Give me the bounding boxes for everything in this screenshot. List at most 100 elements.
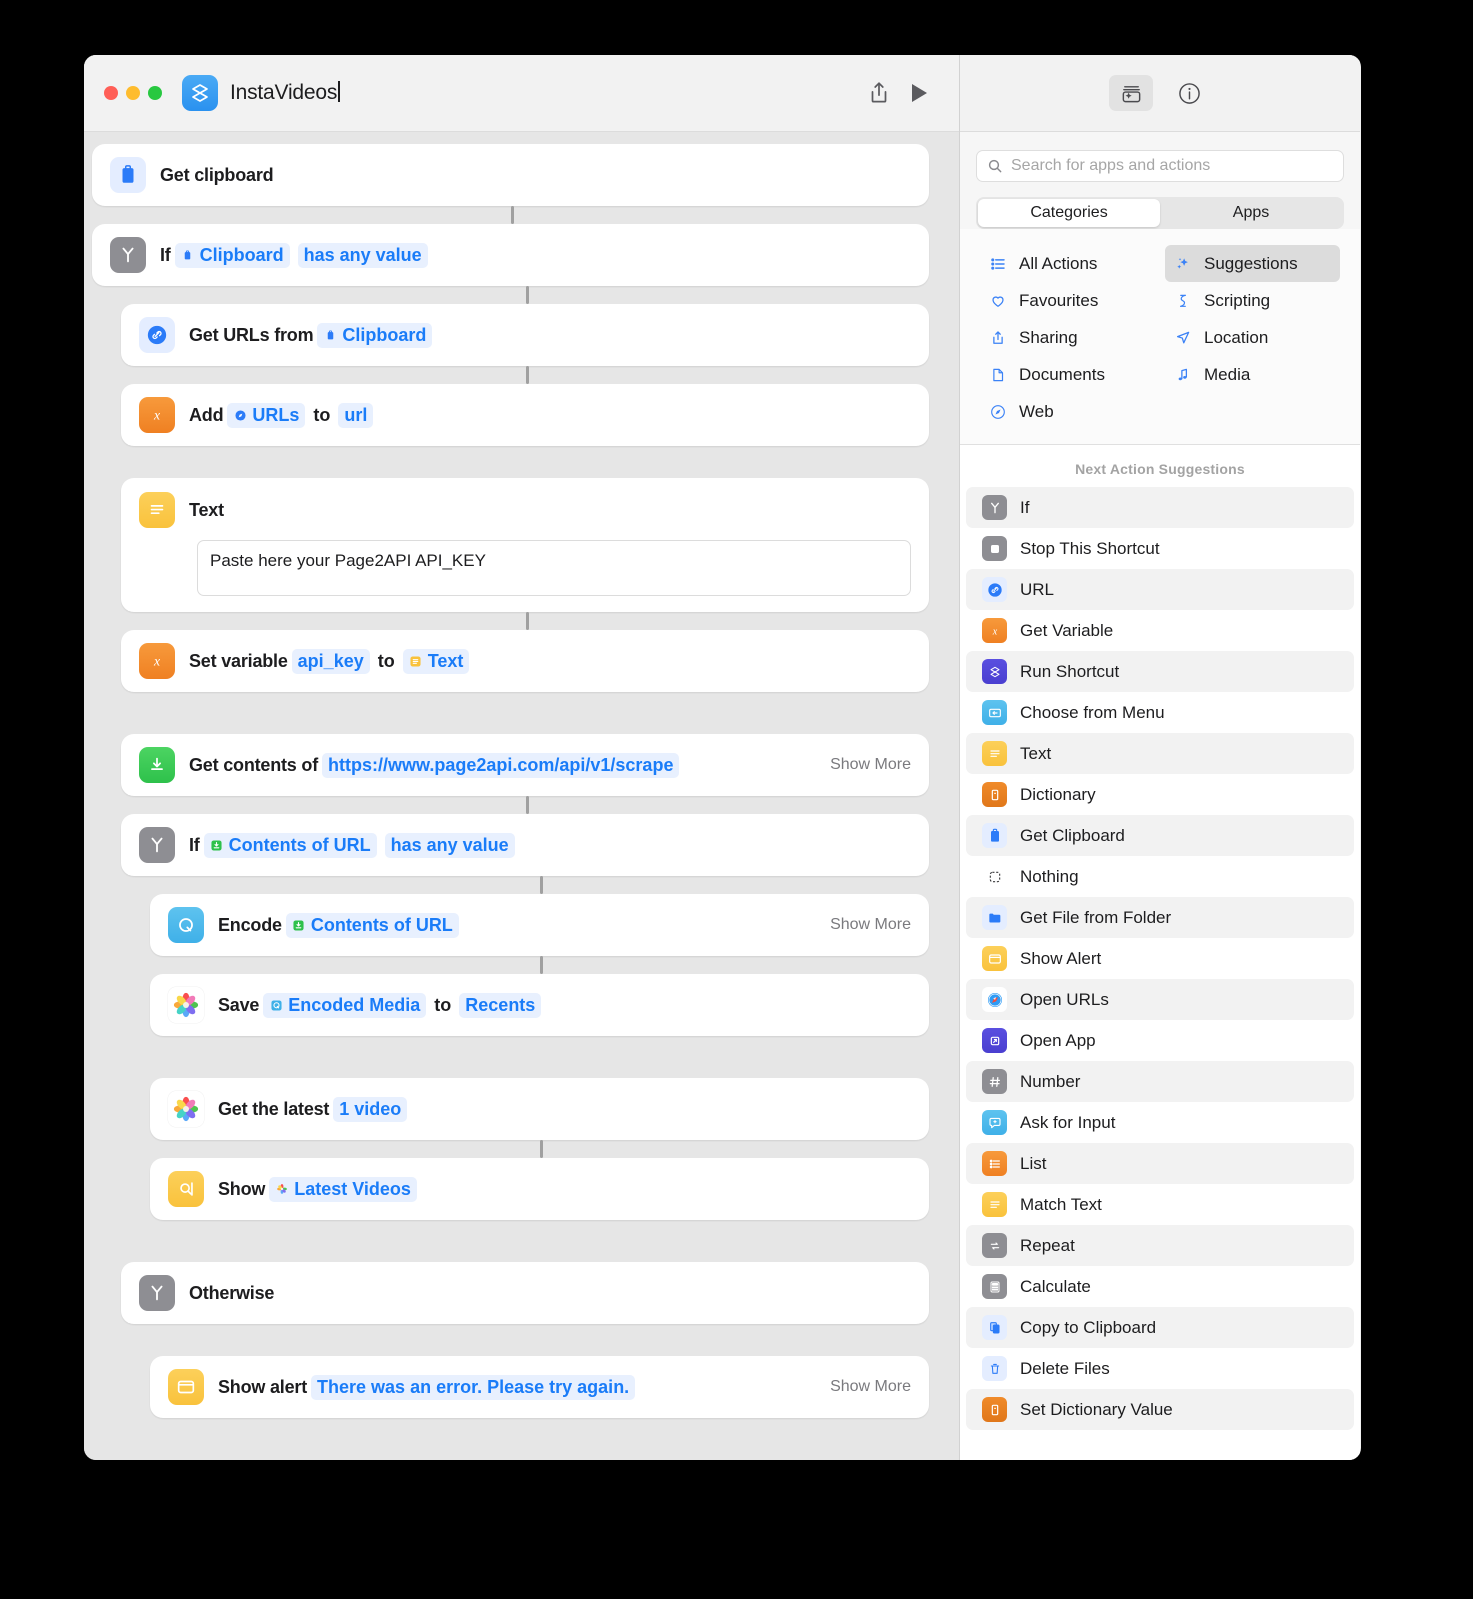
photos-icon — [168, 987, 204, 1023]
action-parameter-token[interactable]: Clipboard — [317, 322, 433, 348]
action-parameter-token[interactable]: There was an error. Please try again. — [311, 1374, 636, 1400]
suggestion-item[interactable]: Open App — [966, 1020, 1354, 1061]
suggestion-item[interactable]: Number — [966, 1061, 1354, 1102]
action-card-if-clipboard[interactable]: If Clipboard has any value — [92, 224, 929, 286]
category-label: Scripting — [1204, 290, 1271, 310]
action-parameter-token[interactable]: has any value — [297, 242, 428, 268]
action-parameter-token[interactable]: has any value — [384, 832, 515, 858]
tab-categories[interactable]: Categories — [978, 199, 1160, 227]
action-gap — [84, 956, 959, 974]
action-parameter-token[interactable]: Text — [402, 648, 470, 674]
action-parameter-token[interactable]: Contents of URL — [203, 832, 377, 858]
search-box[interactable] — [976, 150, 1344, 182]
token-label: Clipboard — [342, 324, 427, 345]
action-card-if-contents-of-url[interactable]: If Contents of URL has any value — [121, 814, 929, 876]
action-card-show-latest-videos[interactable]: Show Latest Videos — [150, 1158, 929, 1220]
suggestion-item[interactable]: List — [966, 1143, 1354, 1184]
quick-look-icon — [168, 1171, 204, 1207]
suggestion-item[interactable]: Get Clipboard — [966, 815, 1354, 856]
action-card-get-contents-of-url[interactable]: Get contents of https://www.page2api.com/… — [121, 734, 929, 796]
category-item-location[interactable]: Location — [1165, 319, 1340, 356]
suggestion-item[interactable]: Set Dictionary Value — [966, 1389, 1354, 1430]
folder-icon — [982, 905, 1007, 930]
action-parameter-token[interactable]: Clipboard — [174, 242, 290, 268]
run-button[interactable] — [899, 73, 939, 113]
page-title[interactable]: InstaVideos — [230, 81, 340, 105]
minimize-button[interactable] — [126, 86, 140, 100]
action-parameter-token[interactable]: Contents of URL — [285, 912, 459, 938]
action-parameter-token[interactable]: Encoded Media — [263, 992, 427, 1018]
traffic-lights[interactable] — [104, 86, 162, 100]
token-label: url — [344, 404, 368, 425]
library-segmented-control[interactable]: Categories Apps — [976, 197, 1344, 229]
suggestions-list[interactable]: Next Action Suggestions If Stop This Shor… — [960, 445, 1360, 1460]
tab-apps[interactable]: Apps — [1160, 199, 1342, 227]
show-more-button[interactable]: Show More — [812, 916, 911, 934]
show-more-button[interactable]: Show More — [812, 756, 911, 774]
action-parameter-token[interactable]: Recents — [459, 992, 542, 1018]
suggestion-item[interactable]: Ask for Input — [966, 1102, 1354, 1143]
show-more-button[interactable]: Show More — [812, 1378, 911, 1396]
suggestion-item[interactable]: Stop This Shortcut — [966, 528, 1354, 569]
category-item-favourites[interactable]: Favourites — [980, 282, 1155, 319]
info-icon[interactable] — [1167, 75, 1211, 111]
action-parameter-token[interactable]: 1 video — [333, 1096, 408, 1122]
suggestion-item[interactable]: Match Text — [966, 1184, 1354, 1225]
suggestion-item[interactable]: Choose from Menu — [966, 692, 1354, 733]
action-label: Set variable — [189, 650, 288, 671]
suggestion-item[interactable]: Run Shortcut — [966, 651, 1354, 692]
suggestion-item[interactable]: x Get Variable — [966, 610, 1354, 651]
action-card-otherwise[interactable]: Otherwise — [121, 1262, 929, 1324]
download-mini-icon — [210, 838, 224, 852]
action-gap — [84, 366, 959, 384]
download-icon — [139, 747, 175, 783]
suggestion-item[interactable]: Delete Files — [966, 1348, 1354, 1389]
suggestion-item[interactable]: URL — [966, 569, 1354, 610]
action-card-encode-contents[interactable]: Encode Contents of URL Show More — [150, 894, 929, 956]
action-parameter-token[interactable]: api_key — [291, 648, 370, 674]
action-card-set-variable-api-key[interactable]: x Set variable api_key to Text — [121, 630, 929, 692]
zoom-button[interactable] — [148, 86, 162, 100]
suggestion-item[interactable]: Nothing — [966, 856, 1354, 897]
action-row: Otherwise — [84, 1262, 959, 1324]
action-parameter-token[interactable]: https://www.page2api.com/api/v1/scrape — [322, 752, 680, 778]
suggestion-item[interactable]: Calculate — [966, 1266, 1354, 1307]
suggestion-item[interactable]: Open URLs — [966, 979, 1354, 1020]
suggestion-item[interactable]: Dictionary — [966, 774, 1354, 815]
suggestion-item[interactable]: If — [966, 487, 1354, 528]
action-row: If Contents of URL has any value — [84, 814, 959, 876]
action-parameter-token[interactable]: url — [338, 402, 374, 428]
action-card-text-action[interactable]: Text Paste here your Page2API API_KEY — [121, 478, 929, 612]
action-card-get-clipboard[interactable]: Get clipboard — [92, 144, 929, 206]
category-item-all-actions[interactable]: All Actions — [980, 245, 1155, 282]
category-item-media[interactable]: Media — [1165, 356, 1340, 393]
suggestion-item[interactable]: Text — [966, 733, 1354, 774]
close-button[interactable] — [104, 86, 118, 100]
suggestion-item[interactable]: Show Alert — [966, 938, 1354, 979]
workflow-canvas[interactable]: Get clipboard If Clipboard has any value Get… — [84, 132, 959, 1460]
action-card-get-latest-video[interactable]: Get the latest 1 video — [150, 1078, 929, 1140]
flow-connector — [511, 206, 514, 224]
suggestion-item[interactable]: Get File from Folder — [966, 897, 1354, 938]
action-card-add-urls-to-url[interactable]: x Add URLs to url — [121, 384, 929, 446]
suggestion-item[interactable]: Repeat — [966, 1225, 1354, 1266]
category-item-scripting[interactable]: Scripting — [1165, 282, 1340, 319]
action-library-icon[interactable] — [1109, 75, 1153, 111]
shortcuts-icon — [182, 75, 218, 111]
search-input[interactable] — [1011, 157, 1333, 175]
action-card-get-urls-from[interactable]: Get URLs from Clipboard — [121, 304, 929, 366]
token-label: There was an error. Please try again. — [317, 1376, 630, 1397]
action-parameter-token[interactable]: URLs — [227, 402, 306, 428]
clipboard-icon — [110, 157, 146, 193]
category-item-sharing[interactable]: Sharing — [980, 319, 1155, 356]
action-card-show-alert[interactable]: Show alert There was an error. Please try… — [150, 1356, 929, 1418]
category-item-suggestions[interactable]: Suggestions — [1165, 245, 1340, 282]
category-item-documents[interactable]: Documents — [980, 356, 1155, 393]
action-parameter-token[interactable]: Latest Videos — [269, 1176, 417, 1202]
action-card-save-encoded-media[interactable]: Save Encoded Media to Recents — [150, 974, 929, 1036]
share-button[interactable] — [859, 73, 899, 113]
suggestion-item[interactable]: Copy to Clipboard — [966, 1307, 1354, 1348]
action-label: Get contents of — [189, 754, 319, 775]
text-action-input[interactable]: Paste here your Page2API API_KEY — [197, 540, 911, 596]
category-item-web[interactable]: Web — [980, 393, 1155, 430]
